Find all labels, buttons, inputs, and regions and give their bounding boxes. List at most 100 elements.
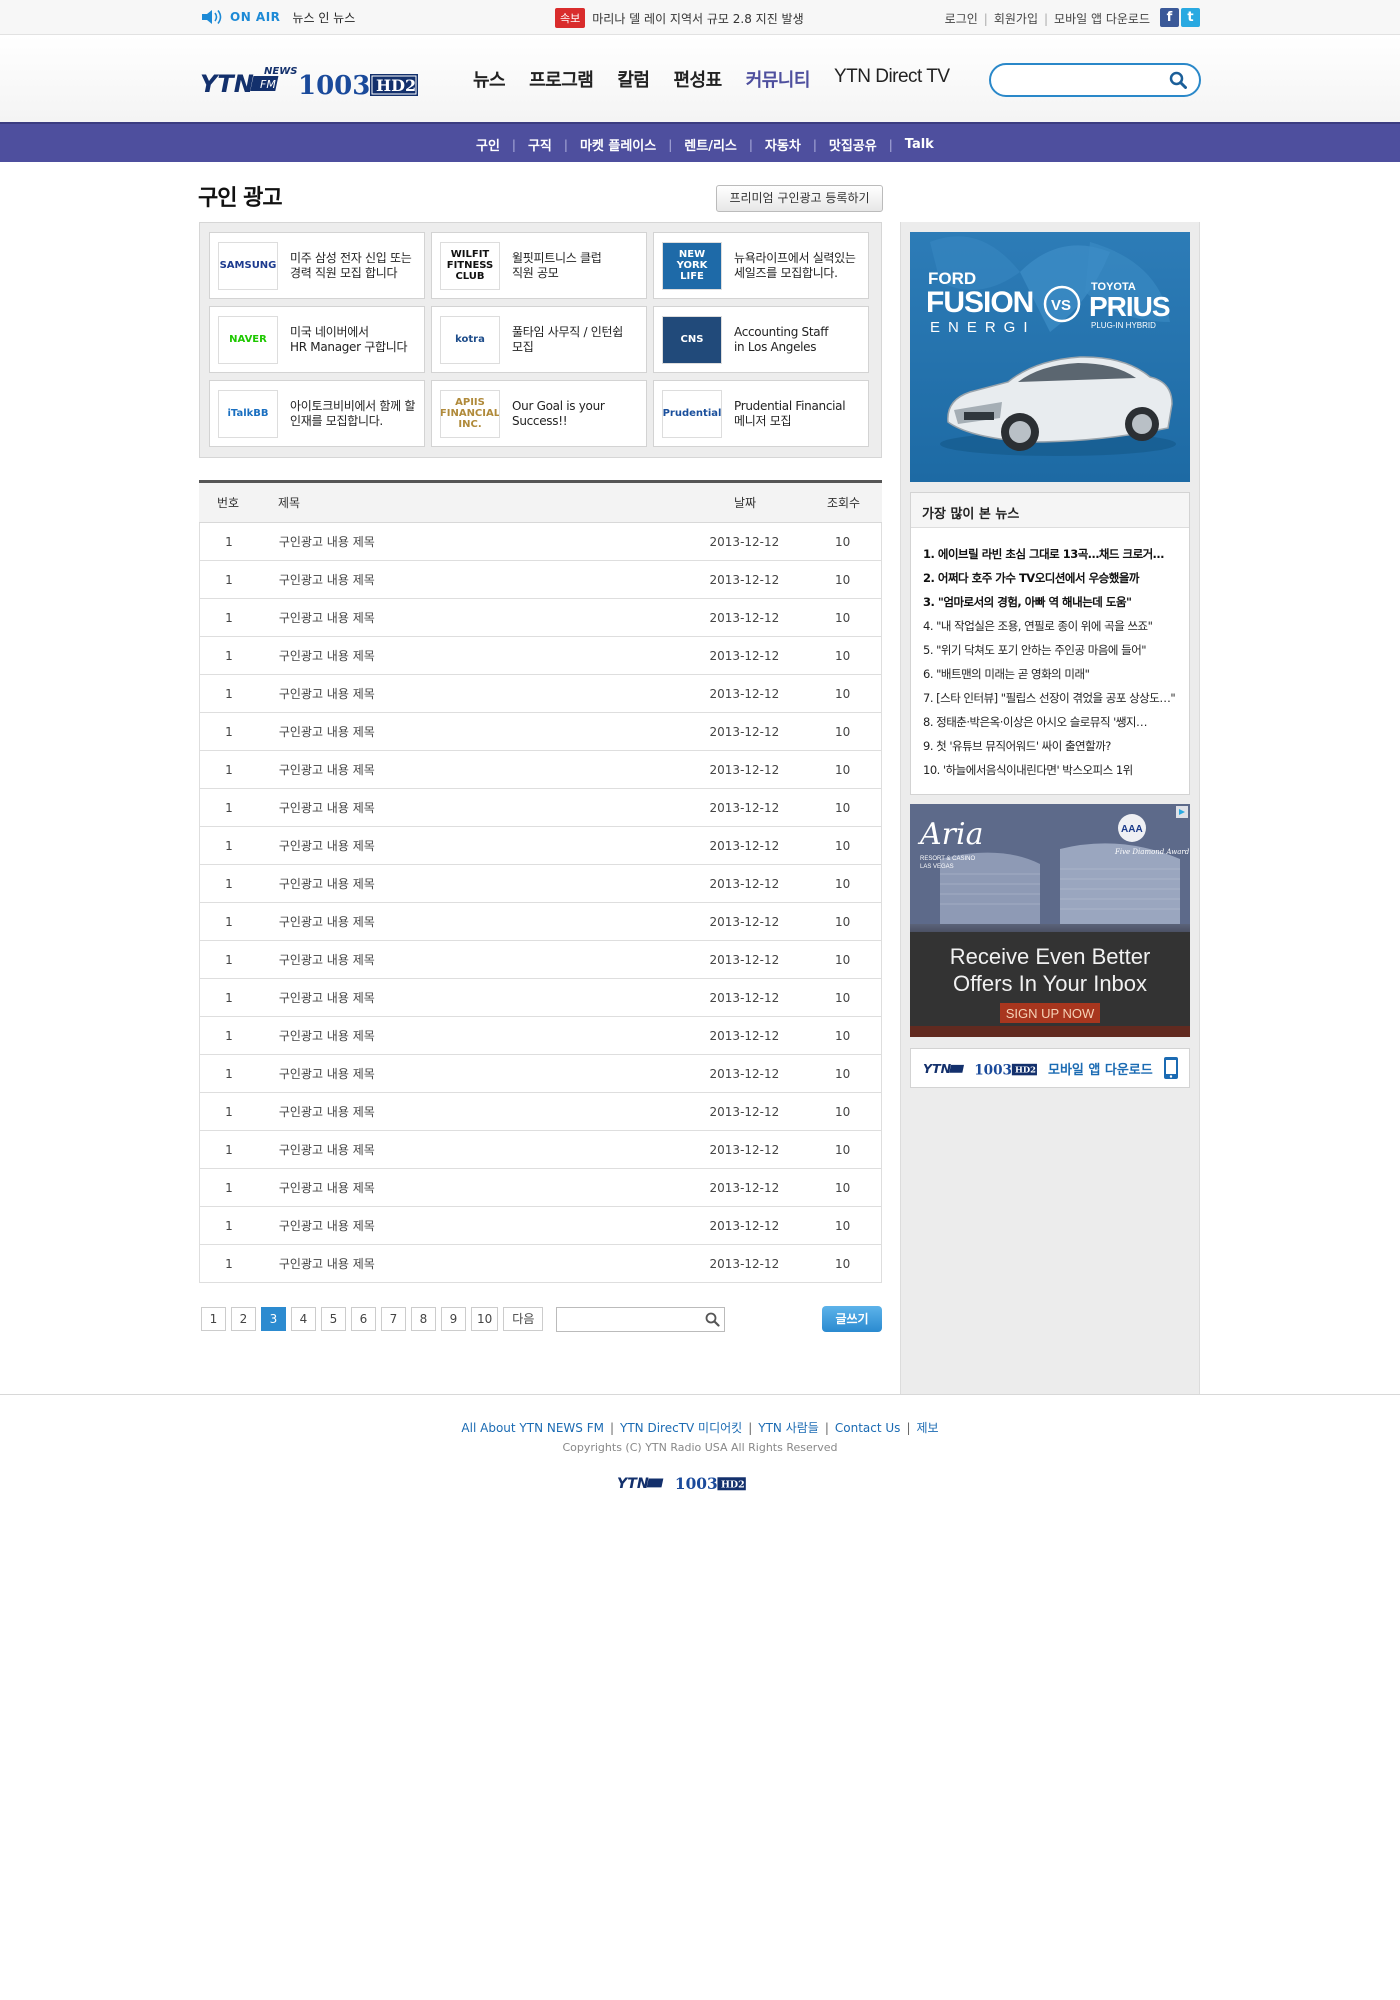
subnav-cars[interactable]: 자동차 [765, 135, 801, 154]
table-row[interactable]: 1 구인광고 내용 제목 2013-12-12 10 [200, 637, 881, 675]
search-input[interactable] [1003, 67, 1163, 95]
most-viewed-item[interactable]: 7. [스타 인터뷰] "필립스 선장이 겪었을 공포 상상도…" [923, 686, 1177, 710]
featured-job-card[interactable]: iTalkBB 아이토크비비에서 함께 할 인재를 모집합니다. [209, 380, 425, 447]
row-title[interactable]: 구인광고 내용 제목 [258, 799, 685, 816]
nav-community[interactable]: 커뮤니티 [746, 66, 811, 92]
subnav-marketplace[interactable]: 마켓 플레이스 [580, 135, 656, 154]
page-7-button[interactable]: 7 [381, 1307, 406, 1331]
featured-job-card[interactable]: WILFIT FITNESS CLUB 윌핏피트니스 클럽 직원 공모 [431, 232, 647, 299]
row-title[interactable]: 구인광고 내용 제목 [258, 1217, 685, 1234]
featured-job-card[interactable]: APIIS FINANCIAL INC. Our Goal is your Suc… [431, 380, 647, 447]
write-button[interactable]: 글쓰기 [822, 1306, 882, 1332]
app-download-link[interactable]: 모바일 앱 다운로드 [1054, 10, 1150, 27]
table-row[interactable]: 1 구인광고 내용 제목 2013-12-12 10 [200, 523, 881, 561]
row-title[interactable]: 구인광고 내용 제목 [258, 1027, 685, 1044]
on-air-indicator[interactable]: ON AIR 뉴스 인 뉴스 [200, 8, 355, 26]
page-6-button[interactable]: 6 [351, 1307, 376, 1331]
table-row[interactable]: 1 구인광고 내용 제목 2013-12-12 10 [200, 979, 881, 1017]
login-link[interactable]: 로그인 [945, 10, 978, 27]
page-1-button[interactable]: 1 [201, 1307, 226, 1331]
page-2-button[interactable]: 2 [231, 1307, 256, 1331]
breaking-headline[interactable]: 마리나 델 레이 지역서 규모 2.8 지진 발생 [592, 10, 803, 27]
subnav-rent-lease[interactable]: 렌트/리스 [684, 135, 737, 154]
table-row[interactable]: 1 구인광고 내용 제목 2013-12-12 10 [200, 561, 881, 599]
nav-ytn-direct-tv[interactable]: YTN Direct TV [834, 66, 950, 92]
aria-resort-ad[interactable]: Aria RESORT & CASINO LAS VEGAS AAA Five … [910, 804, 1190, 1037]
list-search-input[interactable] [561, 1308, 701, 1330]
footer-link[interactable]: All About YTN NEWS FM [461, 1421, 604, 1435]
featured-job-card[interactable]: NAVER 미국 네이버에서 HR Manager 구합니다 [209, 306, 425, 373]
row-title[interactable]: 구인광고 내용 제목 [258, 685, 685, 702]
twitter-icon[interactable]: t [1181, 8, 1200, 27]
row-title[interactable]: 구인광고 내용 제목 [258, 875, 685, 892]
most-viewed-item[interactable]: 10. '하늘에서음식이내린다면' 박스오피스 1위 [923, 758, 1177, 782]
most-viewed-item[interactable]: 1. 에이브릴 라빈 초심 그대로 13곡…채드 크로거… [923, 542, 1177, 566]
row-title[interactable]: 구인광고 내용 제목 [258, 533, 685, 550]
table-row[interactable]: 1 구인광고 내용 제목 2013-12-12 10 [200, 1169, 881, 1207]
featured-job-card[interactable]: CNS Accounting Staff in Los Angeles [653, 306, 869, 373]
premium-ad-register-button[interactable]: 프리미엄 구인광고 등록하기 [716, 185, 883, 212]
site-logo[interactable]: YTN FM NEWS 1003 HD2 [200, 64, 420, 100]
page-9-button[interactable]: 9 [441, 1307, 466, 1331]
footer-link[interactable]: Contact Us [835, 1421, 901, 1435]
table-row[interactable]: 1 구인광고 내용 제목 2013-12-12 10 [200, 941, 881, 979]
table-row[interactable]: 1 구인광고 내용 제목 2013-12-12 10 [200, 713, 881, 751]
table-row[interactable]: 1 구인광고 내용 제목 2013-12-12 10 [200, 865, 881, 903]
nav-programs[interactable]: 프로그램 [529, 66, 594, 92]
row-title[interactable]: 구인광고 내용 제목 [258, 1179, 685, 1196]
table-row[interactable]: 1 구인광고 내용 제목 2013-12-12 10 [200, 1207, 881, 1245]
footer-link[interactable]: YTN 사람들 [758, 1421, 819, 1435]
featured-job-card[interactable]: kotra 풀타임 사무직 / 인턴쉽 모집 [431, 306, 647, 373]
row-title[interactable]: 구인광고 내용 제목 [258, 571, 685, 588]
row-title[interactable]: 구인광고 내용 제목 [258, 1141, 685, 1158]
search-icon[interactable] [1169, 71, 1187, 89]
nav-columns[interactable]: 칼럼 [617, 66, 650, 92]
page-10-button[interactable]: 10 [471, 1307, 499, 1331]
table-row[interactable]: 1 구인광고 내용 제목 2013-12-12 10 [200, 1245, 881, 1283]
page-4-button[interactable]: 4 [291, 1307, 316, 1331]
row-title[interactable]: 구인광고 내용 제목 [258, 989, 685, 1006]
subnav-job-seeking[interactable]: 구직 [528, 135, 552, 154]
row-title[interactable]: 구인광고 내용 제목 [258, 1065, 685, 1082]
page-5-button[interactable]: 5 [321, 1307, 346, 1331]
featured-job-card[interactable]: Prudential Prudential Financial 메니저 모집 [653, 380, 869, 447]
row-title[interactable]: 구인광고 내용 제목 [258, 913, 685, 930]
row-title[interactable]: 구인광고 내용 제목 [258, 609, 685, 626]
row-title[interactable]: 구인광고 내용 제목 [258, 1255, 685, 1272]
subnav-talk[interactable]: Talk [905, 137, 934, 152]
table-row[interactable]: 1 구인광고 내용 제목 2013-12-12 10 [200, 1017, 881, 1055]
row-title[interactable]: 구인광고 내용 제목 [258, 723, 685, 740]
table-row[interactable]: 1 구인광고 내용 제목 2013-12-12 10 [200, 675, 881, 713]
ford-fusion-ad[interactable]: FORD FUSION ENERGI VS TOYOTA PRIUS PLUG-… [910, 232, 1190, 482]
table-row[interactable]: 1 구인광고 내용 제목 2013-12-12 10 [200, 789, 881, 827]
table-row[interactable]: 1 구인광고 내용 제목 2013-12-12 10 [200, 903, 881, 941]
page-3-button[interactable]: 3 [261, 1307, 286, 1331]
table-row[interactable]: 1 구인광고 내용 제목 2013-12-12 10 [200, 1055, 881, 1093]
row-title[interactable]: 구인광고 내용 제목 [258, 951, 685, 968]
nav-schedule[interactable]: 편성표 [674, 66, 723, 92]
breaking-news[interactable]: 속보 마리나 델 레이 지역서 규모 2.8 지진 발생 [555, 8, 804, 28]
search-icon[interactable] [705, 1312, 720, 1327]
table-row[interactable]: 1 구인광고 내용 제목 2013-12-12 10 [200, 751, 881, 789]
most-viewed-item[interactable]: 6. "배트맨의 미래는 곧 영화의 미래" [923, 662, 1177, 686]
next-page-button[interactable]: 다음 [503, 1307, 544, 1331]
row-title[interactable]: 구인광고 내용 제목 [258, 761, 685, 778]
most-viewed-item[interactable]: 8. 정태춘·박은옥·이상은 아시오 슬로뮤직 '쌩지… [923, 710, 1177, 734]
row-title[interactable]: 구인광고 내용 제목 [258, 1103, 685, 1120]
footer-link[interactable]: YTN DirecTV 미디어킷 [620, 1421, 742, 1435]
current-program[interactable]: 뉴스 인 뉴스 [292, 9, 355, 26]
most-viewed-item[interactable]: 9. 첫 '유튜브 뮤직어워드' 싸이 출연할까? [923, 734, 1177, 758]
mobile-app-download-banner[interactable]: YTN 1003 HD2 모바일 앱 다운로드 [910, 1048, 1190, 1088]
most-viewed-item[interactable]: 5. "위기 닥쳐도 포기 안하는 주인공 마음에 들어" [923, 638, 1177, 662]
facebook-icon[interactable]: f [1160, 8, 1179, 27]
row-title[interactable]: 구인광고 내용 제목 [258, 647, 685, 664]
footer-link[interactable]: 제보 [916, 1421, 938, 1435]
page-8-button[interactable]: 8 [411, 1307, 436, 1331]
table-row[interactable]: 1 구인광고 내용 제목 2013-12-12 10 [200, 1093, 881, 1131]
nav-news[interactable]: 뉴스 [473, 66, 506, 92]
table-row[interactable]: 1 구인광고 내용 제목 2013-12-12 10 [200, 599, 881, 637]
table-row[interactable]: 1 구인광고 내용 제목 2013-12-12 10 [200, 827, 881, 865]
subnav-restaurants[interactable]: 맛집공유 [829, 135, 877, 154]
most-viewed-item[interactable]: 4. "내 작업실은 조용, 연필로 종이 위에 곡을 쓰죠" [923, 614, 1177, 638]
featured-job-card[interactable]: NEW YORK LIFE 뉴욕라이프에서 실력있는 세일즈를 모집합니다. [653, 232, 869, 299]
